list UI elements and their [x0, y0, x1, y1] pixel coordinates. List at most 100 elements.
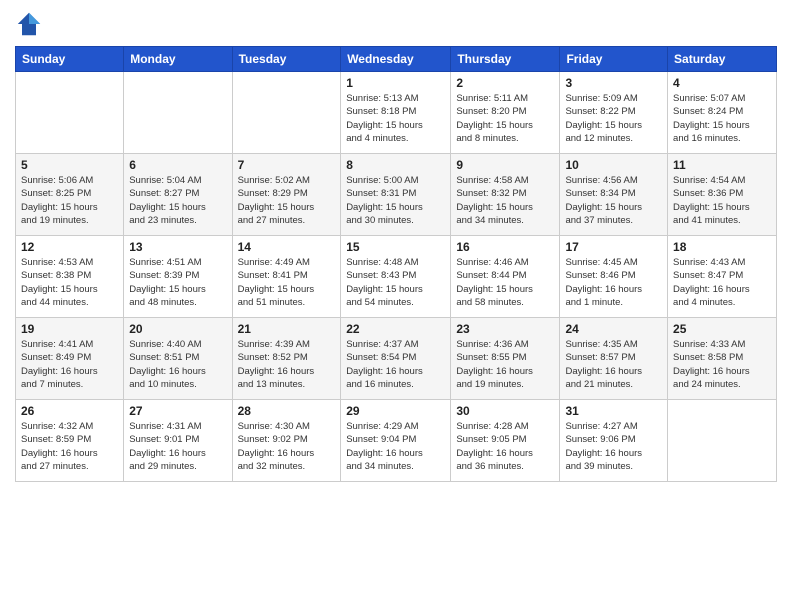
- calendar-cell: 3 Sunrise: 5:09 AMSunset: 8:22 PMDaylight…: [560, 72, 668, 154]
- day-number: 24: [565, 322, 662, 336]
- day-info: Sunrise: 5:04 AMSunset: 8:27 PMDaylight:…: [129, 174, 226, 227]
- day-number: 19: [21, 322, 118, 336]
- day-info: Sunrise: 5:06 AMSunset: 8:25 PMDaylight:…: [21, 174, 118, 227]
- day-number: 2: [456, 76, 554, 90]
- calendar-cell: 1 Sunrise: 5:13 AMSunset: 8:18 PMDaylight…: [341, 72, 451, 154]
- day-number: 5: [21, 158, 118, 172]
- calendar-cell: 25Sunrise: 4:33 AMSunset: 8:58 PMDayligh…: [668, 318, 777, 400]
- day-number: 9: [456, 158, 554, 172]
- day-info: Sunrise: 5:02 AMSunset: 8:29 PMDaylight:…: [238, 174, 336, 227]
- day-info: Sunrise: 4:30 AMSunset: 9:02 PMDaylight:…: [238, 420, 336, 473]
- calendar-cell: 5 Sunrise: 5:06 AMSunset: 8:25 PMDaylight…: [16, 154, 124, 236]
- day-info: Sunrise: 4:48 AMSunset: 8:43 PMDaylight:…: [346, 256, 445, 309]
- day-number: 14: [238, 240, 336, 254]
- day-number: 23: [456, 322, 554, 336]
- day-info: Sunrise: 4:58 AMSunset: 8:32 PMDaylight:…: [456, 174, 554, 227]
- day-info: Sunrise: 4:39 AMSunset: 8:52 PMDaylight:…: [238, 338, 336, 391]
- day-info: Sunrise: 4:27 AMSunset: 9:06 PMDaylight:…: [565, 420, 662, 473]
- calendar-cell: 13 Sunrise: 4:51 AMSunset: 8:39 PMDayligh…: [124, 236, 232, 318]
- day-info: Sunrise: 4:32 AMSunset: 8:59 PMDaylight:…: [21, 420, 118, 473]
- calendar-week-row: 5 Sunrise: 5:06 AMSunset: 8:25 PMDaylight…: [16, 154, 777, 236]
- day-info: Sunrise: 5:13 AMSunset: 8:18 PMDaylight:…: [346, 92, 445, 145]
- day-number: 1: [346, 76, 445, 90]
- day-number: 17: [565, 240, 662, 254]
- calendar-week-row: 1 Sunrise: 5:13 AMSunset: 8:18 PMDaylight…: [16, 72, 777, 154]
- calendar-cell: 22 Sunrise: 4:37 AMSunset: 8:54 PMDayligh…: [341, 318, 451, 400]
- calendar-cell: 29 Sunrise: 4:29 AMSunset: 9:04 PMDayligh…: [341, 400, 451, 482]
- day-number: 31: [565, 404, 662, 418]
- day-info: Sunrise: 5:09 AMSunset: 8:22 PMDaylight:…: [565, 92, 662, 145]
- calendar-cell: 18 Sunrise: 4:43 AMSunset: 8:47 PMDayligh…: [668, 236, 777, 318]
- calendar-cell: 27 Sunrise: 4:31 AMSunset: 9:01 PMDayligh…: [124, 400, 232, 482]
- calendar-cell: 10 Sunrise: 4:56 AMSunset: 8:34 PMDayligh…: [560, 154, 668, 236]
- day-number: 13: [129, 240, 226, 254]
- calendar-header-row: SundayMondayTuesdayWednesdayThursdayFrid…: [16, 47, 777, 72]
- day-info: Sunrise: 4:49 AMSunset: 8:41 PMDaylight:…: [238, 256, 336, 309]
- weekday-header: Wednesday: [341, 47, 451, 72]
- calendar-week-row: 26 Sunrise: 4:32 AMSunset: 8:59 PMDayligh…: [16, 400, 777, 482]
- day-number: 20: [129, 322, 226, 336]
- day-number: 3: [565, 76, 662, 90]
- logo: [15, 10, 47, 38]
- day-info: Sunrise: 4:36 AMSunset: 8:55 PMDaylight:…: [456, 338, 554, 391]
- day-info: Sunrise: 4:45 AMSunset: 8:46 PMDaylight:…: [565, 256, 662, 309]
- calendar-cell: 28 Sunrise: 4:30 AMSunset: 9:02 PMDayligh…: [232, 400, 341, 482]
- day-info: Sunrise: 4:51 AMSunset: 8:39 PMDaylight:…: [129, 256, 226, 309]
- calendar-cell: 26 Sunrise: 4:32 AMSunset: 8:59 PMDayligh…: [16, 400, 124, 482]
- day-info: Sunrise: 4:29 AMSunset: 9:04 PMDaylight:…: [346, 420, 445, 473]
- day-number: 7: [238, 158, 336, 172]
- day-info: Sunrise: 4:53 AMSunset: 8:38 PMDaylight:…: [21, 256, 118, 309]
- weekday-header: Friday: [560, 47, 668, 72]
- day-info: Sunrise: 4:43 AMSunset: 8:47 PMDaylight:…: [673, 256, 771, 309]
- calendar-cell: 14 Sunrise: 4:49 AMSunset: 8:41 PMDayligh…: [232, 236, 341, 318]
- calendar-cell: 24 Sunrise: 4:35 AMSunset: 8:57 PMDayligh…: [560, 318, 668, 400]
- day-info: Sunrise: 4:31 AMSunset: 9:01 PMDaylight:…: [129, 420, 226, 473]
- day-info: Sunrise: 4:35 AMSunset: 8:57 PMDaylight:…: [565, 338, 662, 391]
- day-number: 26: [21, 404, 118, 418]
- calendar-cell: 31 Sunrise: 4:27 AMSunset: 9:06 PMDayligh…: [560, 400, 668, 482]
- day-info: Sunrise: 4:46 AMSunset: 8:44 PMDaylight:…: [456, 256, 554, 309]
- day-info: Sunrise: 5:07 AMSunset: 8:24 PMDaylight:…: [673, 92, 771, 145]
- day-number: 29: [346, 404, 445, 418]
- day-info: Sunrise: 4:56 AMSunset: 8:34 PMDaylight:…: [565, 174, 662, 227]
- calendar-cell: [16, 72, 124, 154]
- page: SundayMondayTuesdayWednesdayThursdayFrid…: [0, 0, 792, 612]
- day-info: Sunrise: 4:41 AMSunset: 8:49 PMDaylight:…: [21, 338, 118, 391]
- calendar-cell: 16 Sunrise: 4:46 AMSunset: 8:44 PMDayligh…: [451, 236, 560, 318]
- day-number: 18: [673, 240, 771, 254]
- day-number: 16: [456, 240, 554, 254]
- day-number: 28: [238, 404, 336, 418]
- day-number: 10: [565, 158, 662, 172]
- day-info: Sunrise: 4:33 AMSunset: 8:58 PMDaylight:…: [673, 338, 771, 391]
- day-number: 21: [238, 322, 336, 336]
- calendar-cell: 8 Sunrise: 5:00 AMSunset: 8:31 PMDaylight…: [341, 154, 451, 236]
- day-info: Sunrise: 5:11 AMSunset: 8:20 PMDaylight:…: [456, 92, 554, 145]
- calendar-cell: 20 Sunrise: 4:40 AMSunset: 8:51 PMDayligh…: [124, 318, 232, 400]
- weekday-header: Saturday: [668, 47, 777, 72]
- day-number: 8: [346, 158, 445, 172]
- calendar-table: SundayMondayTuesdayWednesdayThursdayFrid…: [15, 46, 777, 482]
- weekday-header: Monday: [124, 47, 232, 72]
- weekday-header: Tuesday: [232, 47, 341, 72]
- calendar-cell: [124, 72, 232, 154]
- day-number: 30: [456, 404, 554, 418]
- calendar-cell: 19 Sunrise: 4:41 AMSunset: 8:49 PMDayligh…: [16, 318, 124, 400]
- calendar-cell: 4 Sunrise: 5:07 AMSunset: 8:24 PMDaylight…: [668, 72, 777, 154]
- weekday-header: Thursday: [451, 47, 560, 72]
- day-number: 22: [346, 322, 445, 336]
- day-info: Sunrise: 4:37 AMSunset: 8:54 PMDaylight:…: [346, 338, 445, 391]
- calendar-week-row: 12 Sunrise: 4:53 AMSunset: 8:38 PMDayligh…: [16, 236, 777, 318]
- calendar-cell: 2 Sunrise: 5:11 AMSunset: 8:20 PMDaylight…: [451, 72, 560, 154]
- day-info: Sunrise: 4:40 AMSunset: 8:51 PMDaylight:…: [129, 338, 226, 391]
- calendar-cell: 6 Sunrise: 5:04 AMSunset: 8:27 PMDaylight…: [124, 154, 232, 236]
- day-number: 4: [673, 76, 771, 90]
- day-number: 15: [346, 240, 445, 254]
- generalblue-logo-icon: [15, 10, 43, 38]
- day-number: 12: [21, 240, 118, 254]
- calendar-cell: 9 Sunrise: 4:58 AMSunset: 8:32 PMDaylight…: [451, 154, 560, 236]
- calendar-cell: [668, 400, 777, 482]
- day-number: 6: [129, 158, 226, 172]
- calendar-week-row: 19 Sunrise: 4:41 AMSunset: 8:49 PMDayligh…: [16, 318, 777, 400]
- day-number: 27: [129, 404, 226, 418]
- day-info: Sunrise: 5:00 AMSunset: 8:31 PMDaylight:…: [346, 174, 445, 227]
